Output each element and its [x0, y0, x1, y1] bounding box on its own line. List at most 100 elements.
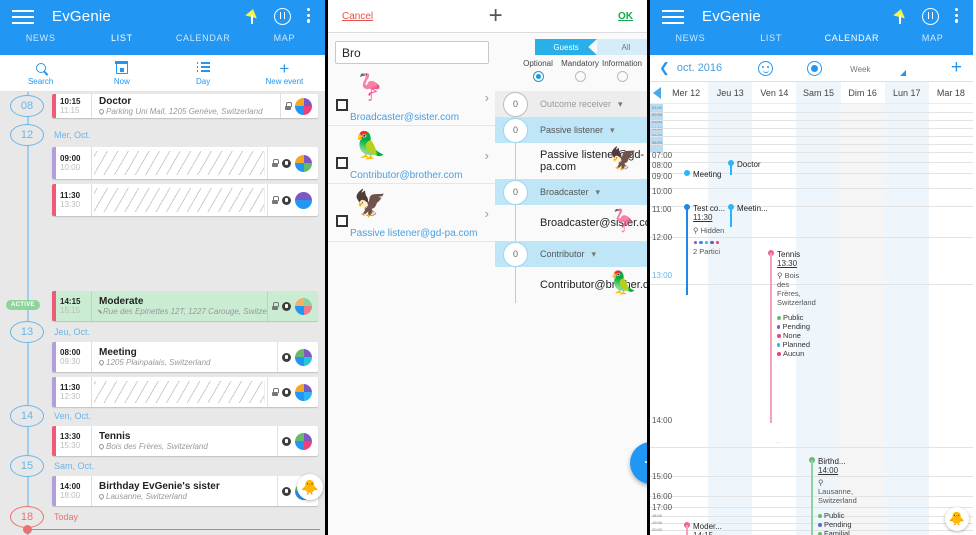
agenda-list[interactable]: 08 Jeu, Sept. 10:15 11:15 Doctor Parking…	[0, 92, 325, 535]
contact-row[interactable]: 🦩 Broadcaster@sister.com ›	[328, 68, 495, 126]
new-event-button[interactable]: + New event	[244, 55, 325, 91]
chevron-down-icon[interactable]: ▾	[592, 249, 597, 260]
avatar[interactable]: 🐥	[945, 507, 969, 531]
day-header[interactable]: Mer 12	[664, 82, 708, 103]
radio-optional[interactable]: Optional	[517, 59, 559, 82]
event-category-icon[interactable]	[295, 191, 312, 209]
month-label[interactable]: oct. 2016	[677, 62, 722, 74]
hamburger-icon[interactable]	[662, 9, 684, 25]
group-header-passive-listener[interactable]: 0 Passive listener ▾	[495, 117, 647, 143]
segment-guests[interactable]: Guests	[535, 39, 597, 55]
group-member-row[interactable]: Passive listener@gd-pa.com 🦅	[495, 143, 647, 179]
chevron-left-icon[interactable]: ❮	[659, 60, 670, 76]
tab-list[interactable]: LIST	[81, 33, 162, 55]
tab-calendar[interactable]: CALENDAR	[163, 33, 244, 55]
event-card[interactable]: 10:15 11:15 Doctor Parking Uni Mail, 120…	[52, 94, 318, 118]
chevron-right-icon[interactable]: ›	[485, 148, 489, 163]
hamburger-icon[interactable]	[12, 9, 34, 25]
day-header[interactable]: Dim 16	[841, 82, 885, 103]
event-category-icon[interactable]	[295, 348, 312, 366]
day-header[interactable]: Ven 14	[752, 82, 796, 103]
add-contact-icon[interactable]: +	[489, 4, 503, 28]
search-input[interactable]	[335, 41, 489, 64]
event-category-icon[interactable]	[295, 154, 312, 172]
calendar-event[interactable]: Doctor	[728, 160, 790, 175]
chevron-down-icon[interactable]: ▾	[596, 187, 601, 198]
event-card[interactable]: 11:30 13:30	[52, 184, 318, 216]
day-marker[interactable]: 14	[10, 405, 44, 427]
map-pin-icon[interactable]	[244, 8, 259, 25]
now-button[interactable]: Now	[81, 55, 162, 91]
search-button[interactable]: Search	[0, 55, 81, 91]
radio-mandatory[interactable]: Mandatory	[559, 59, 601, 82]
ok-button[interactable]: OK	[618, 11, 633, 22]
calendar-event[interactable]: Birthd... 14:00 ⚲ Lausanne, Switzerland …	[809, 457, 857, 535]
tab-news[interactable]: NEWS	[650, 33, 731, 55]
avatar[interactable]: 🐥	[297, 474, 323, 500]
chevron-right-icon[interactable]: ›	[485, 206, 489, 221]
day-header[interactable]: Jeu 13	[708, 82, 753, 103]
day-button[interactable]: Day	[163, 55, 244, 91]
tab-list[interactable]: LIST	[731, 33, 812, 55]
day-marker[interactable]: 15	[10, 455, 44, 477]
tab-map[interactable]: MAP	[892, 33, 973, 55]
day-header[interactable]: Mar 18	[929, 82, 973, 103]
chevron-down-icon[interactable]: ▾	[618, 99, 623, 110]
contact-checkbox[interactable]	[336, 157, 348, 169]
smiley-icon[interactable]	[758, 60, 774, 76]
chevron-down-icon[interactable]: ▾	[610, 125, 615, 136]
add-guest-fab[interactable]: +	[630, 442, 647, 484]
day-header[interactable]: Sam 15	[796, 82, 841, 103]
kebab-menu-icon[interactable]	[955, 7, 959, 26]
tab-calendar[interactable]: CALENDAR	[812, 33, 893, 55]
day-header[interactable]: Lun 17	[884, 82, 929, 103]
contact-row[interactable]: 🦜 Contributor@brother.com ›	[328, 126, 495, 184]
group-header-outcome-receiver[interactable]: 0 Outcome receiver ▾	[495, 91, 647, 117]
map-pin-icon[interactable]	[892, 8, 907, 25]
event-card[interactable]: 09:00 10:00	[52, 147, 318, 179]
group-header-contributor[interactable]: 0 Contributor ▾	[495, 241, 647, 267]
radio-information[interactable]: Information	[601, 59, 643, 82]
contact-checkbox[interactable]	[336, 99, 348, 111]
event-category-icon[interactable]	[295, 297, 312, 315]
chevron-right-icon[interactable]: ›	[485, 90, 489, 105]
event-category-icon[interactable]	[295, 432, 312, 450]
pause-circle-icon[interactable]	[922, 7, 939, 25]
event-card-active[interactable]: 14:15 15:15 Moderate Rue des Epinettes 1…	[52, 291, 318, 321]
event-card[interactable]: 08:00 09:30 Meeting 1205 Plainpalais, Sw…	[52, 342, 318, 372]
radio-information-dot[interactable]	[616, 71, 628, 82]
pause-circle-icon[interactable]	[274, 7, 291, 25]
day-marker[interactable]: 13	[10, 321, 44, 343]
contact-checkbox[interactable]	[336, 215, 348, 227]
day-marker[interactable]: 12	[10, 124, 44, 146]
radio-optional-dot[interactable]	[532, 71, 544, 82]
lock-icon	[272, 302, 279, 310]
prev-week-button[interactable]	[650, 82, 664, 103]
group-member-row[interactable]: Broadcaster@sister.com 🦩	[495, 205, 647, 241]
contact-row[interactable]: 🦅 Passive listener@gd-pa.com ›	[328, 184, 495, 242]
event-category-icon[interactable]	[295, 97, 312, 115]
calendar-event[interactable]: Meeting	[684, 170, 746, 179]
calendar-grid[interactable]: 01:00 02:00 03:00 04:00 05:00 06:00 07:0…	[650, 104, 973, 535]
event-category-icon[interactable]	[295, 383, 312, 401]
event-card[interactable]: 14:00 18:00 Birthday EvGenie's sister La…	[52, 476, 318, 506]
resize-handle[interactable]: ⋯	[776, 440, 782, 446]
group-member-row[interactable]: Contributor@brother.com 🦜	[495, 267, 647, 303]
view-selector[interactable]: Week	[850, 59, 907, 77]
segment-all[interactable]: All	[597, 39, 647, 55]
event-time: 13:30	[777, 259, 798, 268]
calendar-event[interactable]: Tennis 13:30 ⚲ Bois des Frères, Switzerl…	[768, 250, 816, 446]
calendar-event[interactable]: Meetin...	[728, 204, 785, 227]
radio-mandatory-dot[interactable]	[574, 71, 586, 82]
kebab-menu-icon[interactable]	[307, 7, 311, 26]
event-card[interactable]: 11:30 12:30	[52, 377, 318, 407]
tab-news[interactable]: NEWS	[0, 33, 81, 55]
day-marker[interactable]: 08	[10, 95, 44, 117]
add-event-icon[interactable]: +	[951, 57, 962, 79]
calendar-event[interactable]: Moder... 14:15 ⚲ Hidden	[684, 522, 741, 535]
event-card[interactable]: 13:30 15:30 Tennis Bois des Frères, Swit…	[52, 426, 318, 456]
group-header-broadcaster[interactable]: 0 Broadcaster ▾	[495, 179, 647, 205]
tab-map[interactable]: MAP	[244, 33, 325, 55]
cancel-button[interactable]: Cancel	[342, 11, 373, 22]
target-icon[interactable]	[807, 60, 823, 76]
